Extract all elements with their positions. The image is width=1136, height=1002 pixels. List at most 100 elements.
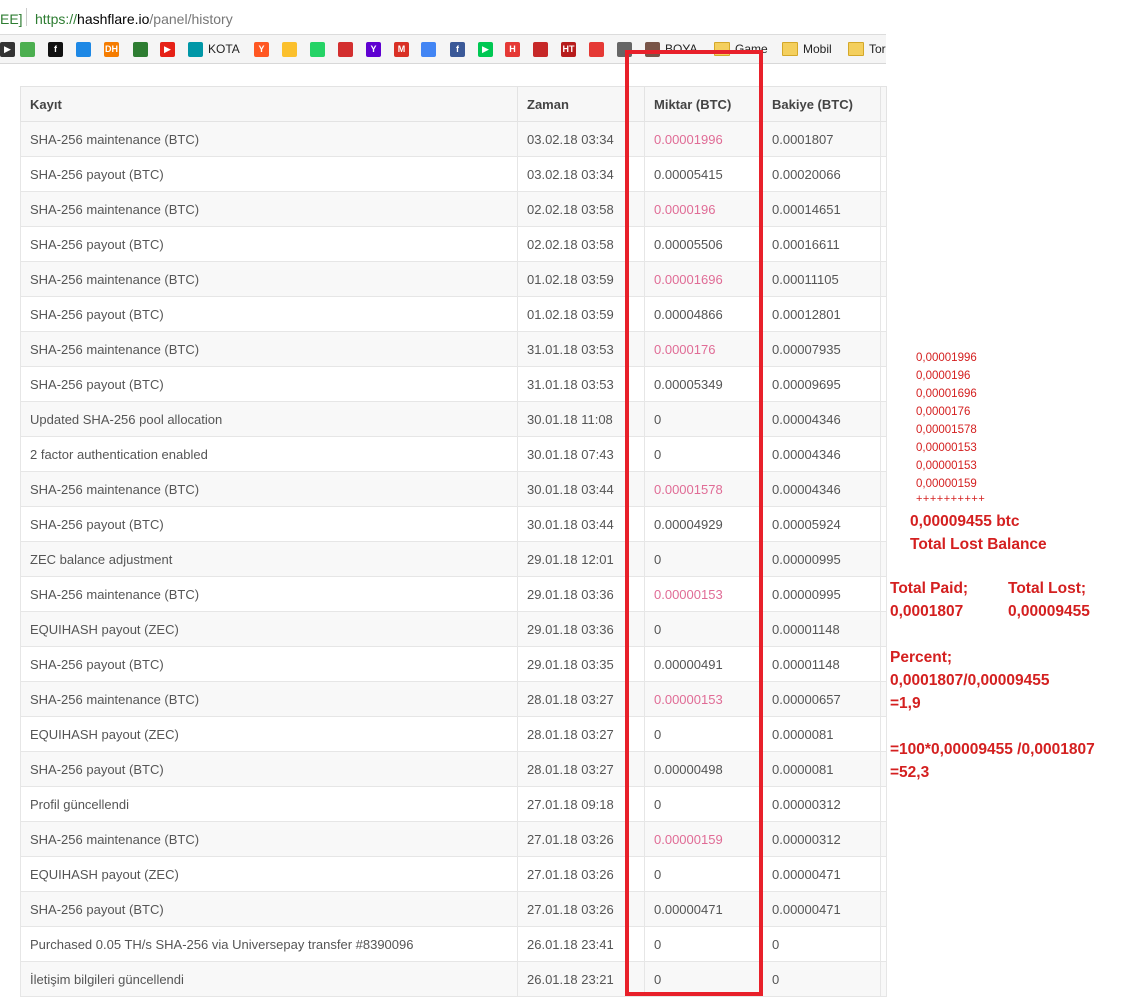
bookmark-folder[interactable]: Game bbox=[714, 40, 768, 58]
cell-zaman: 03.02.18 03:34 bbox=[517, 156, 645, 192]
cell-miktar: 0.00005349 bbox=[644, 366, 763, 402]
bookmark-kota[interactable]: KOTA bbox=[188, 40, 240, 58]
cell-zaman: 29.01.18 03:36 bbox=[517, 576, 645, 612]
table-row: Profil güncellendi 27.01.18 09:18 0 0.00000… bbox=[20, 786, 887, 822]
bookmark-bird[interactable] bbox=[76, 40, 91, 58]
header-zaman[interactable]: Zaman bbox=[517, 86, 645, 122]
bookmark-label: KOTA bbox=[208, 42, 240, 56]
bookmark-red-circle[interactable] bbox=[338, 40, 353, 58]
bookmark-y[interactable]: Y bbox=[254, 40, 269, 58]
cell-kayit: SHA-256 maintenance (BTC) bbox=[20, 471, 518, 507]
table-row: SHA-256 maintenance (BTC) 03.02.18 03:34 0… bbox=[20, 121, 887, 157]
lost-value-item: 0,00000153 bbox=[916, 442, 977, 454]
cell-bakiye: 0.0000081 bbox=[762, 751, 881, 787]
cell-kayit: SHA-256 maintenance (BTC) bbox=[20, 261, 518, 297]
table-row: SHA-256 maintenance (BTC) 28.01.18 03:27 0… bbox=[20, 681, 887, 717]
bookmark-translate[interactable] bbox=[421, 40, 436, 58]
bookmark-play[interactable]: ▶ bbox=[0, 40, 15, 58]
cell-bakiye: 0.00000995 bbox=[762, 541, 881, 577]
cell-miktar: 0.0000196 bbox=[644, 191, 763, 227]
bookmark-boya[interactable]: BOYA bbox=[645, 40, 697, 58]
cell-bakiye: 0.0001807 bbox=[762, 121, 881, 157]
cell-extra bbox=[880, 506, 887, 542]
lost-value-item: 0,00001996 bbox=[916, 352, 977, 364]
address-bar[interactable]: EE] https://hashflare.io/panel/history bbox=[0, 0, 886, 35]
cell-extra bbox=[880, 191, 887, 227]
drive-icon bbox=[282, 41, 297, 57]
bookmark-folder[interactable]: Tor bbox=[848, 40, 886, 58]
cell-zaman: 29.01.18 03:36 bbox=[517, 611, 645, 647]
bookmark-ht[interactable]: HT bbox=[561, 40, 576, 58]
bookmark-youtube[interactable]: ▶ bbox=[160, 40, 175, 58]
cell-bakiye: 0.00004346 bbox=[762, 401, 881, 437]
cell-bakiye: 0.00007935 bbox=[762, 331, 881, 367]
bookmark-play-store[interactable]: ▶ bbox=[478, 40, 493, 58]
bookmark-whatsapp[interactable] bbox=[310, 40, 325, 58]
cell-zaman: 02.02.18 03:58 bbox=[517, 226, 645, 262]
cell-zaman: 03.02.18 03:34 bbox=[517, 121, 645, 157]
header-miktar[interactable]: Miktar (BTC) bbox=[644, 86, 763, 122]
cell-miktar: 0 bbox=[644, 961, 763, 997]
cell-zaman: 27.01.18 03:26 bbox=[517, 891, 645, 927]
bookmark-drive[interactable] bbox=[282, 40, 297, 58]
book-icon bbox=[533, 41, 548, 57]
bookmark-maps[interactable] bbox=[20, 40, 35, 58]
cell-bakiye: 0.00000312 bbox=[762, 821, 881, 857]
cell-kayit: SHA-256 maintenance (BTC) bbox=[20, 576, 518, 612]
cell-zaman: 28.01.18 03:27 bbox=[517, 716, 645, 752]
cell-miktar: 0.00004866 bbox=[644, 296, 763, 332]
bookmark-gmail[interactable]: M bbox=[394, 40, 409, 58]
cell-extra bbox=[880, 366, 887, 402]
bookmark-folder[interactable]: Mobil bbox=[782, 40, 832, 58]
cell-extra bbox=[880, 786, 887, 822]
table-row: SHA-256 payout (BTC) 28.01.18 03:27 0.0000… bbox=[20, 751, 887, 787]
bookmark-book[interactable] bbox=[533, 40, 548, 58]
h-icon: H bbox=[505, 41, 520, 57]
cell-extra bbox=[880, 261, 887, 297]
clover-icon bbox=[133, 41, 148, 57]
play-icon: ▶ bbox=[0, 41, 15, 57]
cell-miktar: 0.00000471 bbox=[644, 891, 763, 927]
cell-kayit: SHA-256 payout (BTC) bbox=[20, 296, 518, 332]
table-row: EQUIHASH payout (ZEC) 28.01.18 03:27 0 0.00… bbox=[20, 716, 887, 752]
header-kayit[interactable]: Kayıt bbox=[20, 86, 518, 122]
bookmark-h[interactable]: H bbox=[505, 40, 520, 58]
total-lost-label-2: Total Lost; bbox=[1008, 580, 1087, 597]
cell-kayit: SHA-256 maintenance (BTC) bbox=[20, 191, 518, 227]
cell-kayit: SHA-256 payout (BTC) bbox=[20, 226, 518, 262]
cell-bakiye: 0.00000657 bbox=[762, 681, 881, 717]
cell-zaman: 28.01.18 03:27 bbox=[517, 681, 645, 717]
cell-miktar: 0 bbox=[644, 436, 763, 472]
kota-icon bbox=[188, 41, 203, 57]
ratio-expression: 0,0001807/0,00009455 bbox=[890, 672, 1050, 689]
cell-kayit: Updated SHA-256 pool allocation bbox=[20, 401, 518, 437]
cell-miktar: 0 bbox=[644, 611, 763, 647]
bookmark-img[interactable] bbox=[617, 40, 632, 58]
cell-miktar: 0.00000498 bbox=[644, 751, 763, 787]
cell-zaman: 29.01.18 03:35 bbox=[517, 646, 645, 682]
table-row: İletişim bilgileri güncellendi 26.01.18 2… bbox=[20, 961, 887, 997]
cell-kayit: SHA-256 payout (BTC) bbox=[20, 506, 518, 542]
bookmark-flame[interactable] bbox=[589, 40, 604, 58]
folder-icon bbox=[714, 42, 730, 56]
table-row: SHA-256 payout (BTC) 29.01.18 03:35 0.0000… bbox=[20, 646, 887, 682]
maps-icon bbox=[20, 41, 35, 57]
facebook-icon: f bbox=[450, 41, 465, 57]
url-text[interactable]: https://hashflare.io/panel/history bbox=[35, 11, 233, 27]
plus-line: ++++++++++ bbox=[916, 493, 986, 505]
cell-kayit: SHA-256 maintenance (BTC) bbox=[20, 121, 518, 157]
bookmark-facebook[interactable]: f bbox=[450, 40, 465, 58]
whatsapp-icon bbox=[310, 41, 325, 57]
table-row: SHA-256 maintenance (BTC) 30.01.18 03:44 0… bbox=[20, 471, 887, 507]
cell-kayit: SHA-256 payout (BTC) bbox=[20, 646, 518, 682]
bookmark-dh[interactable]: DH bbox=[104, 40, 119, 58]
bookmark-clover[interactable] bbox=[133, 40, 148, 58]
bookmark-f[interactable]: f bbox=[48, 40, 63, 58]
cell-bakiye: 0.00014651 bbox=[762, 191, 881, 227]
cell-zaman: 27.01.18 09:18 bbox=[517, 786, 645, 822]
lost-value-item: 0,00001696 bbox=[916, 388, 977, 400]
boya-icon bbox=[645, 41, 660, 57]
table-row: ZEC balance adjustment 29.01.18 12:01 0 0.0… bbox=[20, 541, 887, 577]
bookmark-yahoo[interactable]: Y bbox=[366, 40, 381, 58]
header-bakiye[interactable]: Bakiye (BTC) bbox=[762, 86, 881, 122]
